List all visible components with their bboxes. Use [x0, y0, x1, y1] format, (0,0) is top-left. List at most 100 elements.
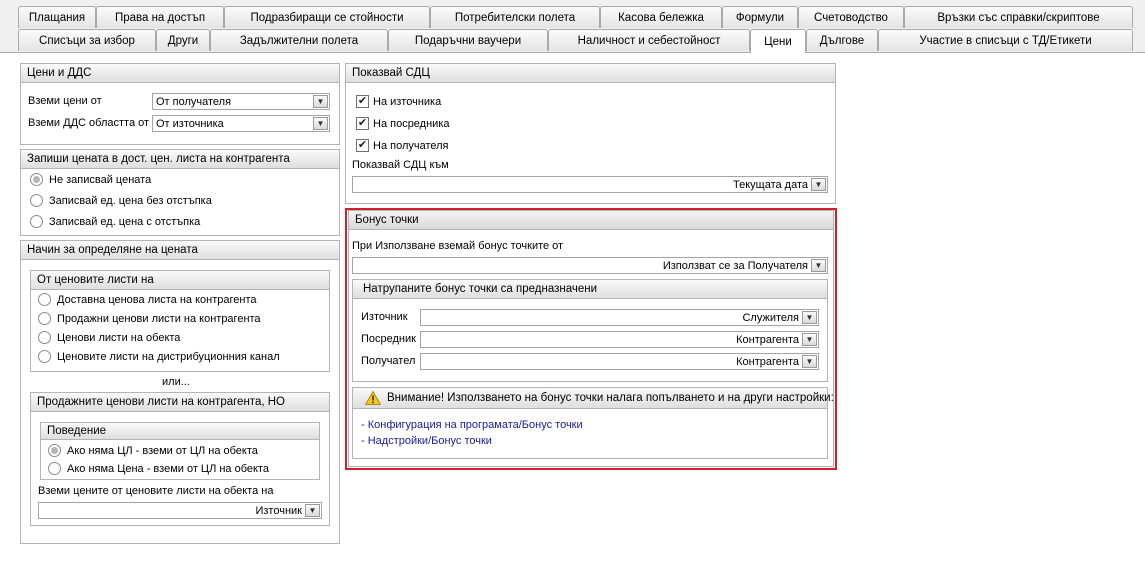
- bonus-middle-label: Посредник: [361, 333, 416, 345]
- tab-formulas[interactable]: Формули: [722, 6, 798, 28]
- radio-label: Записвай ед. цена с отстъпка: [49, 215, 201, 228]
- price-method-title: Начин за определяне на цената: [21, 241, 339, 260]
- take-vat-combo[interactable]: От източника ▼: [152, 115, 330, 132]
- radio-dot[interactable]: [38, 350, 51, 363]
- bonus-warning: Внимание! Използването на бонус точки на…: [365, 391, 834, 405]
- radio-dot[interactable]: [38, 331, 51, 344]
- radio-supply-list[interactable]: Доставна ценова листа на контрагента: [38, 293, 257, 306]
- chevron-down-icon[interactable]: ▼: [313, 95, 328, 108]
- bonus-warning-text: Внимание! Използването на бонус точки на…: [387, 392, 834, 404]
- checkmark-icon[interactable]: ✔: [356, 139, 369, 152]
- show-sdc-to-combo[interactable]: Текущата дата ▼: [352, 176, 828, 193]
- radio-record-with-discount[interactable]: Записвай ед. цена с отстъпка: [30, 215, 200, 228]
- tab-choice-lists[interactable]: Списъци за избор: [18, 29, 156, 51]
- object-lists-combo[interactable]: Източник ▼: [38, 502, 322, 519]
- tab-default-values[interactable]: Подразбиращи се стойности: [224, 6, 430, 28]
- tab-reports-scripts[interactable]: Връзки със справки/скриптове: [904, 6, 1133, 28]
- radio-channel-lists[interactable]: Ценовите листи на дистрибуционния канал: [38, 350, 280, 363]
- chevron-down-icon[interactable]: ▼: [313, 117, 328, 130]
- link-config-bonus[interactable]: - Конфигурация на програмата/Бонус точки: [361, 419, 583, 431]
- check-label: На получателя: [373, 139, 449, 152]
- bonus-use-value: Използват се за Получателя: [662, 259, 808, 272]
- chevron-down-icon[interactable]: ▼: [802, 355, 817, 368]
- bonus-use-label: При Използване вземай бонус точките от: [352, 240, 564, 252]
- radio-no-record[interactable]: Не записвай цената: [30, 173, 151, 186]
- tab-td-labels[interactable]: Участие в списъци с ТД/Етикети: [878, 29, 1133, 51]
- prices-vat-title: Цени и ДДС: [21, 64, 339, 83]
- radio-no-pl[interactable]: Ако няма ЦЛ - вземи от ЦЛ на обекта: [48, 444, 258, 457]
- radio-dot[interactable]: [48, 462, 61, 475]
- checkmark-icon[interactable]: ✔: [356, 117, 369, 130]
- bonus-use-combo[interactable]: Използват се за Получателя ▼: [352, 257, 828, 274]
- object-lists-value: Източник: [255, 504, 302, 517]
- check-intermediary[interactable]: ✔ На посредника: [356, 117, 450, 130]
- bonus-source-combo[interactable]: Служителя ▼: [420, 309, 819, 326]
- tab-prices[interactable]: Цени: [750, 29, 806, 53]
- tab-cash-receipt[interactable]: Касова бележка: [600, 6, 722, 28]
- tab-row-1: Плащания Права на достъп Подразбиращи се…: [0, 6, 1145, 28]
- object-lists-label: Вземи цените от ценовите листи на обекта…: [38, 485, 274, 497]
- bonus-warning-head: Внимание! Използването на бонус точки на…: [353, 388, 834, 409]
- radio-label: Продажни ценови листи на контрагента: [57, 312, 261, 325]
- behavior-title: Поведение: [41, 423, 319, 440]
- radio-dot[interactable]: [30, 173, 43, 186]
- tab-stock-cost[interactable]: Наличност и себестойност: [548, 29, 750, 51]
- take-prices-combo[interactable]: От получателя ▼: [152, 93, 330, 110]
- check-label: На източника: [373, 95, 442, 108]
- take-vat-label: Вземи ДДС областта от: [28, 117, 150, 129]
- bonus-middle-combo[interactable]: Контрагента ▼: [420, 331, 819, 348]
- tab-access-rights[interactable]: Права на достъп: [96, 6, 224, 28]
- chevron-down-icon[interactable]: ▼: [802, 333, 817, 346]
- radio-dot[interactable]: [48, 444, 61, 457]
- bonus-source-value: Служителя: [742, 311, 799, 324]
- take-prices-value: От получателя: [156, 95, 232, 108]
- radio-label: Ценовите листи на дистрибуционния канал: [57, 350, 280, 363]
- chevron-down-icon[interactable]: ▼: [802, 311, 817, 324]
- or-text: или...: [162, 376, 190, 388]
- radio-record-no-discount[interactable]: Записвай ед. цена без отстъпка: [30, 194, 212, 207]
- radio-no-price[interactable]: Ако няма Цена - вземи от ЦЛ на обекта: [48, 462, 269, 475]
- check-source[interactable]: ✔ На източника: [356, 95, 441, 108]
- show-sdc-title: Показвай СДЦ: [346, 64, 835, 83]
- warning-icon: [365, 391, 381, 405]
- tab-user-fields[interactable]: Потребителски полета: [430, 6, 600, 28]
- radio-label: Ако няма ЦЛ - вземи от ЦЛ на обекта: [67, 444, 258, 457]
- radio-object-lists[interactable]: Ценови листи на обекта: [38, 331, 180, 344]
- tab-required-fields[interactable]: Задължителни полета: [210, 29, 388, 51]
- show-sdc-to-value: Текущата дата: [733, 178, 808, 191]
- take-prices-label: Вземи цени от: [28, 95, 102, 107]
- bonus-receiver-label: Получател: [361, 355, 416, 367]
- tab-gift-vouchers[interactable]: Подаръчни ваучери: [388, 29, 548, 51]
- radio-dot[interactable]: [30, 194, 43, 207]
- bonus-title: Бонус точки: [349, 211, 833, 230]
- chevron-down-icon[interactable]: ▼: [811, 259, 826, 272]
- show-sdc-to-label: Показвай СДЦ към: [352, 159, 449, 171]
- radio-dot[interactable]: [30, 215, 43, 228]
- radio-label: Ако няма Цена - вземи от ЦЛ на обекта: [67, 462, 269, 475]
- radio-dot[interactable]: [38, 293, 51, 306]
- check-receiver[interactable]: ✔ На получателя: [356, 139, 449, 152]
- radio-dot[interactable]: [38, 312, 51, 325]
- radio-sales-lists[interactable]: Продажни ценови листи на контрагента: [38, 312, 261, 325]
- bonus-accum-title: Натрупаните бонус точки са предназначени: [353, 280, 827, 299]
- take-vat-value: От източника: [156, 117, 224, 130]
- tab-payments[interactable]: Плащания: [18, 6, 96, 28]
- radio-label: Не записвай цената: [49, 173, 152, 186]
- bonus-receiver-combo[interactable]: Контрагента ▼: [420, 353, 819, 370]
- radio-label: Записвай ед. цена без отстъпка: [49, 194, 212, 207]
- bonus-receiver-value: Контрагента: [736, 355, 799, 368]
- link-addons-bonus[interactable]: - Надстройки/Бонус точки: [361, 435, 492, 447]
- checkmark-icon[interactable]: ✔: [356, 95, 369, 108]
- from-lists-title: От ценовите листи на: [31, 271, 329, 290]
- tab-other[interactable]: Други: [156, 29, 210, 51]
- bonus-middle-value: Контрагента: [736, 333, 799, 346]
- tab-row-2: Списъци за избор Други Задължителни поле…: [0, 29, 1145, 53]
- chevron-down-icon[interactable]: ▼: [811, 178, 826, 191]
- radio-label: Доставна ценова листа на контрагента: [57, 293, 257, 306]
- chevron-down-icon[interactable]: ▼: [305, 504, 320, 517]
- bonus-source-label: Източник: [361, 311, 408, 323]
- tab-debts[interactable]: Дългове: [806, 29, 878, 51]
- radio-label: Ценови листи на обекта: [57, 331, 181, 344]
- check-label: На посредника: [373, 117, 450, 130]
- tab-accounting[interactable]: Счетоводство: [798, 6, 904, 28]
